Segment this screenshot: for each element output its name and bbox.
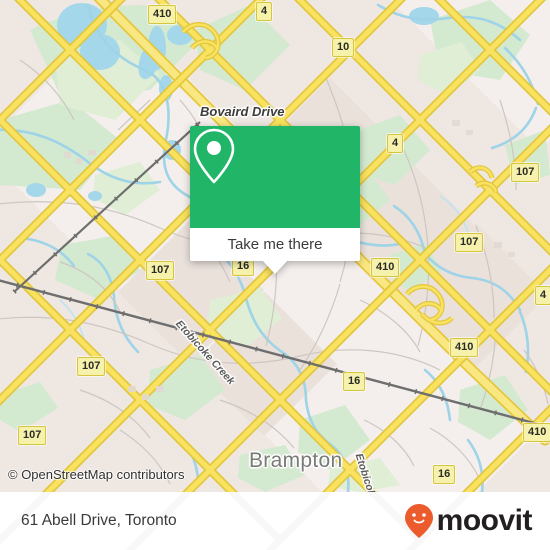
map-attribution[interactable]: © OpenStreetMap contributors xyxy=(8,467,185,482)
highway-shield-107: 107 xyxy=(18,426,47,445)
take-me-there-button[interactable]: Take me there xyxy=(190,228,360,274)
highway-shield-107: 107 xyxy=(511,163,540,182)
moovit-logo[interactable]: moovit xyxy=(404,503,533,539)
highway-shield-410: 410 xyxy=(148,5,177,24)
moovit-wordmark: moovit xyxy=(436,504,533,537)
map-canvas[interactable]: 410 4 10 4 107 107 410 107 16 107 107 410 16 4 410 16 B… xyxy=(0,0,550,492)
footer-bar: 61 Abell Drive, Toronto moovit xyxy=(0,492,550,550)
popup-tail-icon xyxy=(262,260,288,274)
highway-shield-107: 107 xyxy=(146,261,175,280)
highway-shield-16: 16 xyxy=(343,372,366,391)
take-me-there-label: Take me there xyxy=(227,236,323,253)
highway-shield-107: 107 xyxy=(77,357,106,376)
location-pin-icon xyxy=(193,128,235,184)
location-popup[interactable]: Take me there xyxy=(190,126,360,274)
address-label: 61 Abell Drive, Toronto xyxy=(21,512,177,529)
highway-shield-410: 410 xyxy=(371,258,400,277)
popup-header xyxy=(190,126,360,228)
highway-shield-4: 4 xyxy=(256,2,273,21)
highway-shield-410: 410 xyxy=(450,338,479,357)
highway-shield-4: 4 xyxy=(535,286,550,305)
moovit-pin-icon xyxy=(404,504,433,538)
highway-shield-107: 107 xyxy=(455,233,484,252)
highway-shield-10: 10 xyxy=(332,38,355,57)
highway-shield-410: 410 xyxy=(523,423,550,442)
highway-shield-16: 16 xyxy=(433,465,456,484)
map-screenshot: 410 4 10 4 107 107 410 107 16 107 107 410 16 4 410 16 B… xyxy=(0,0,550,550)
highway-shield-4: 4 xyxy=(387,134,404,153)
